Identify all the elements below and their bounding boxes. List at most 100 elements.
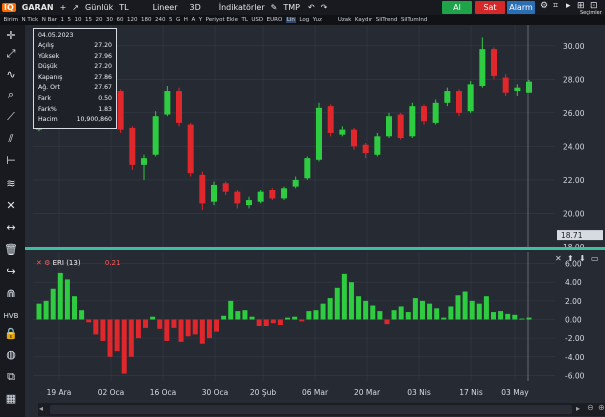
selections-label[interactable]: Seçimler (580, 10, 602, 16)
hide-icon[interactable]: ◍ (2, 346, 20, 364)
period-item[interactable]: Kaydır (355, 17, 372, 23)
screenshot-icon[interactable]: ⧉ (2, 368, 20, 386)
buy-button[interactable]: Al (442, 1, 472, 14)
eri-bar (221, 315, 227, 320)
gear-icon[interactable]: ⚙ (540, 1, 548, 11)
eri-bar (391, 310, 397, 320)
candle-body (176, 91, 182, 123)
scale-selector[interactable]: Lineer (153, 3, 178, 12)
measure-icon[interactable]: ↔ (2, 219, 20, 237)
eri-bar (292, 316, 298, 320)
period-item[interactable]: 10 (75, 17, 82, 23)
info-label: Yüksek (38, 52, 60, 60)
candle-body (491, 49, 497, 76)
horizontal-scrollbar[interactable]: ◂ ▸ ⊖ ⊕ (38, 403, 605, 416)
period-item[interactable]: 60 (117, 17, 124, 23)
period-item[interactable]: 20 (96, 17, 103, 23)
external-link-icon[interactable]: ↗ (72, 3, 79, 12)
fibonacci-icon[interactable]: ≋ (2, 175, 20, 193)
hvb-label[interactable]: HVB (2, 307, 20, 325)
period-item[interactable]: Birim (4, 17, 18, 23)
wave-icon[interactable]: ∿ (2, 66, 20, 84)
pane-control-icon[interactable]: ⬇ (579, 254, 586, 263)
period-item[interactable]: 1 (61, 17, 65, 23)
period-item[interactable]: G (176, 17, 180, 23)
period-item[interactable]: Periyot Ekle (206, 17, 238, 23)
lock-drawing-icon[interactable]: 🔒 (2, 325, 20, 343)
period-item[interactable]: 5 (169, 17, 173, 23)
period-item[interactable]: H (184, 17, 188, 23)
period-item[interactable]: 30 (106, 17, 113, 23)
pane-control-icon[interactable]: ⬆ (567, 254, 574, 263)
tools-icon[interactable]: ✕ (2, 197, 20, 215)
zoom-icon[interactable]: ⌕ (2, 86, 20, 104)
template-icon[interactable]: ✎ (271, 3, 278, 12)
ruler-icon[interactable]: ⊢ (2, 152, 20, 170)
period-item[interactable]: Yuz (313, 17, 322, 23)
sell-button[interactable]: Sat (475, 1, 505, 14)
add-symbol-button[interactable]: + (60, 3, 67, 12)
scroll-thumb[interactable] (50, 405, 572, 414)
candle-body (444, 91, 451, 103)
price-tick-label: 30.00 (563, 42, 585, 51)
channel-icon[interactable]: ⫽ (2, 130, 20, 148)
period-item[interactable]: 5 (68, 17, 72, 23)
redo-icon[interactable]: ↷ (321, 3, 328, 12)
layout-icon[interactable]: ⌗ (553, 1, 558, 11)
eri-bar (277, 319, 283, 326)
candle-body (152, 116, 159, 155)
period-item[interactable]: N Tick (21, 17, 38, 23)
scroll-right-arrow[interactable]: ▸ (576, 404, 580, 413)
period-item[interactable]: 240 (155, 17, 166, 23)
candle-body (479, 49, 486, 87)
eri-bar (320, 303, 326, 320)
play-icon[interactable]: ▸ (566, 1, 571, 11)
period-item[interactable]: Lin (285, 17, 296, 23)
period-item[interactable]: 120 (127, 17, 138, 23)
candle-body (304, 158, 311, 179)
pointer-icon[interactable]: ↪ (2, 263, 20, 281)
tmp-button[interactable]: TMP (283, 3, 300, 12)
zoom-in-icon[interactable]: ⊕ (598, 403, 605, 412)
pane-control-icon[interactable]: ✕ (555, 254, 562, 263)
close-indicator-icon[interactable]: ✕ (36, 259, 42, 267)
period-item[interactable]: Y (199, 17, 202, 23)
pane-control-icon[interactable]: ▭ (591, 254, 599, 263)
period-item[interactable]: 15 (85, 17, 92, 23)
indicators-menu[interactable]: İndikatörler (219, 3, 265, 12)
currency-selector[interactable]: TL (119, 3, 128, 12)
symbol-selector[interactable]: GARAN (22, 3, 54, 12)
info-row: Kapanış 27.86 (38, 74, 112, 83)
trendline-icon[interactable]: ⟋ (2, 108, 20, 126)
period-item[interactable]: USD (251, 17, 263, 23)
period-item[interactable]: SilTumInd (401, 17, 428, 23)
info-value: 27.20 (94, 42, 112, 49)
period-item[interactable]: EURO (267, 17, 283, 23)
expand-icon[interactable]: ⤢ (2, 45, 20, 63)
period-selector[interactable]: Günlük (85, 3, 113, 12)
magnet-icon[interactable]: ⋒ (2, 285, 20, 303)
3d-toggle[interactable]: 3D (190, 3, 201, 12)
crosshair-icon[interactable]: ✛ (2, 27, 20, 45)
period-item[interactable]: N Bar (42, 17, 57, 23)
scroll-left-arrow[interactable]: ◂ (39, 404, 43, 413)
alarm-button[interactable]: Alarm (507, 1, 535, 14)
eri-bar (121, 319, 127, 374)
zoom-out-icon[interactable]: ⊖ (587, 403, 594, 412)
candle-body (269, 189, 276, 199)
settings-indicator-icon[interactable]: ⚙ (44, 259, 50, 267)
period-item[interactable]: A (191, 17, 195, 23)
period-toolbar: Birim N Tick N Bar 1 5 10 15 20 30 60 120 180 240 5 G H… (0, 15, 605, 25)
eri-bar (356, 296, 362, 320)
calendar-icon[interactable]: ▦ (2, 390, 20, 408)
period-item[interactable]: 180 (141, 17, 152, 23)
info-label: Fark (38, 95, 51, 102)
trash-icon[interactable]: 🗑 (2, 241, 20, 259)
eri-bar (178, 319, 184, 342)
undo-icon[interactable]: ↶ (308, 3, 315, 12)
period-item[interactable]: Log (299, 17, 309, 23)
date-tick-label: 17 Nis (459, 388, 483, 397)
period-item[interactable]: TL (241, 17, 247, 23)
period-item[interactable]: Uzak (338, 17, 351, 23)
period-item[interactable]: SilTrend (376, 17, 398, 23)
